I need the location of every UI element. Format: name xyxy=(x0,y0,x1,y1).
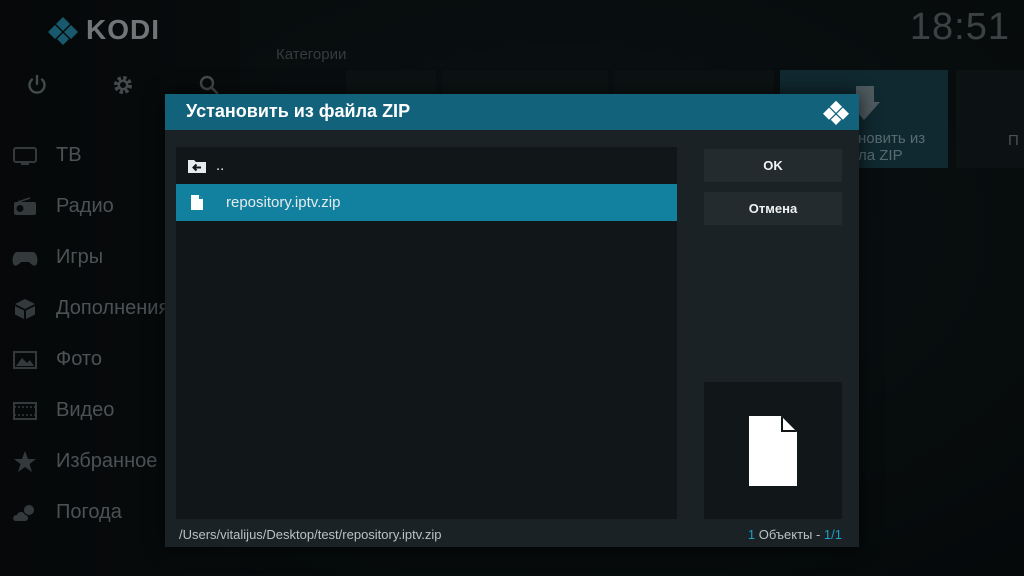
install-from-zip-dialog: Установить из файла ZIP .. repository.ip… xyxy=(165,94,859,547)
file-icon xyxy=(186,193,208,213)
page-indicator: 1/1 xyxy=(823,527,842,542)
file-list: .. repository.iptv.zip xyxy=(176,147,677,519)
file-preview xyxy=(704,382,842,519)
ok-button[interactable]: OK xyxy=(704,149,842,182)
list-item-parent-folder[interactable]: .. xyxy=(176,147,677,184)
list-item-label: .. xyxy=(216,157,225,174)
current-path: /Users/vitalijus/Desktop/test/repository… xyxy=(179,527,442,542)
dialog-title: Установить из файла ZIP xyxy=(186,101,411,121)
cancel-button[interactable]: Отмена xyxy=(704,192,842,225)
file-preview-icon xyxy=(749,415,797,486)
parent-folder-icon xyxy=(186,156,208,176)
list-item-file[interactable]: repository.iptv.zip xyxy=(176,184,677,221)
list-item-label: repository.iptv.zip xyxy=(226,194,341,211)
kodi-logo-icon xyxy=(823,100,849,125)
item-count: 1 Объекты - 1/1 xyxy=(748,527,842,542)
dialog-header: Установить из файла ZIP xyxy=(165,94,859,130)
item-count-label: Объекты - xyxy=(755,527,824,542)
